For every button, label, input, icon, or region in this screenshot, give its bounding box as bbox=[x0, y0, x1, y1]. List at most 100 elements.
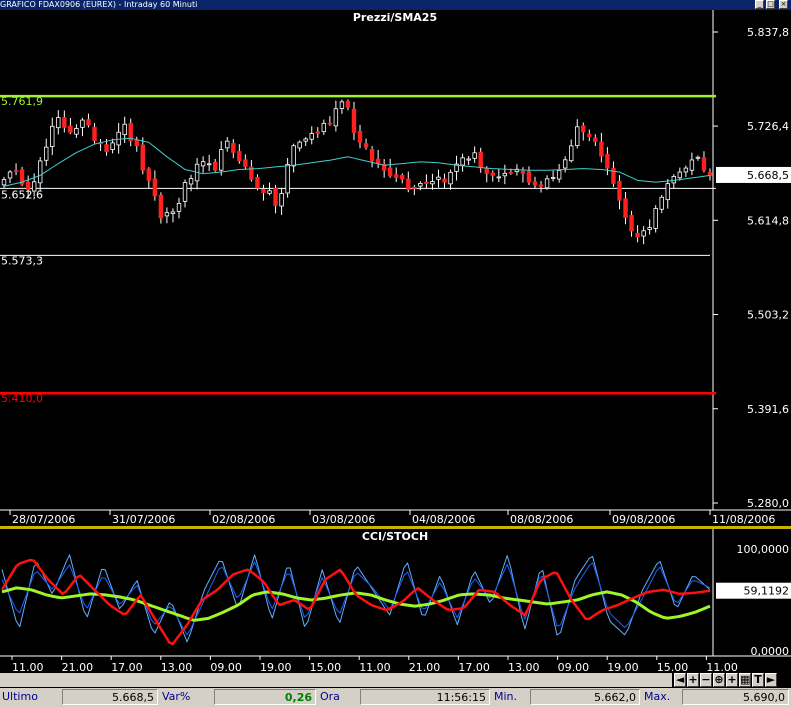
time-label: 21.00 bbox=[409, 661, 441, 673]
candle-body bbox=[56, 117, 61, 129]
candle-body bbox=[629, 214, 634, 232]
candle-body bbox=[44, 146, 49, 161]
zoom-in-button[interactable]: + bbox=[687, 673, 699, 687]
time-label: 19.00 bbox=[607, 661, 639, 673]
candle-body bbox=[394, 174, 399, 178]
chart-area[interactable]: Prezzi/SMA25 5.837,8 5.726,4 5.614,8 5.503,2… bbox=[0, 0, 791, 673]
candle-body bbox=[611, 167, 616, 184]
candle-body bbox=[677, 171, 683, 179]
candle-body bbox=[255, 177, 260, 189]
candle-body bbox=[122, 123, 127, 136]
candle-body bbox=[38, 160, 43, 184]
price-y-tick-label: 5.614,8 bbox=[747, 214, 789, 227]
level-label: 5.573,3 bbox=[1, 254, 43, 267]
candle-body bbox=[104, 144, 109, 152]
candle-body bbox=[538, 184, 544, 187]
candle-body bbox=[412, 186, 417, 189]
candle-body bbox=[25, 181, 31, 191]
date-label: 04/08/2006 bbox=[412, 513, 475, 526]
candle-body bbox=[333, 108, 339, 127]
price-panel[interactable]: Prezzi/SMA25 5.837,8 5.726,4 5.614,8 5.503,2… bbox=[0, 10, 791, 529]
ora-value: 11:56:15 bbox=[360, 689, 490, 705]
candle-body bbox=[460, 157, 465, 166]
candle-body bbox=[231, 143, 236, 153]
candle-body bbox=[321, 122, 327, 133]
candle-body bbox=[363, 143, 369, 148]
price-y-tick-label: 5.837,8 bbox=[747, 26, 789, 39]
zoom-fit-button[interactable]: ⊕ bbox=[713, 673, 725, 687]
candle-body bbox=[285, 164, 290, 194]
date-label: 03/08/2006 bbox=[312, 513, 375, 526]
candle-body bbox=[623, 198, 628, 219]
candle-body bbox=[641, 230, 646, 237]
candle-body bbox=[562, 159, 568, 169]
settings-button[interactable]: ▦ bbox=[739, 673, 751, 687]
time-label: 11.00 bbox=[359, 661, 391, 673]
candle-body bbox=[31, 181, 37, 192]
candle-body bbox=[436, 176, 441, 180]
candle-body bbox=[237, 151, 242, 162]
candle-body bbox=[550, 177, 556, 179]
candle-body bbox=[110, 142, 115, 150]
max-value: 5.690,0 bbox=[682, 689, 789, 705]
price-y-tick-label: 5.280,0 bbox=[747, 497, 789, 510]
candle-body bbox=[581, 125, 586, 133]
candle-body bbox=[92, 126, 97, 142]
text-tool-button[interactable]: T bbox=[752, 673, 764, 687]
candle-body bbox=[418, 183, 423, 187]
candle-body bbox=[593, 137, 598, 142]
date-label: 31/07/2006 bbox=[112, 513, 175, 526]
candle-body bbox=[400, 174, 405, 180]
candle-body bbox=[575, 126, 580, 146]
indicator-panel[interactable]: CCI/STOCH100,00000,000059,119211.00 21.00… bbox=[0, 529, 791, 673]
candle-body bbox=[206, 163, 212, 166]
level-label: 5.652,6 bbox=[1, 188, 43, 201]
scroll-left-button[interactable]: ◄ bbox=[674, 673, 686, 687]
candle-body bbox=[7, 171, 13, 179]
candle-body bbox=[152, 178, 158, 197]
crosshair-button[interactable]: + bbox=[726, 673, 738, 687]
indicator-y-tick-label: 100,0000 bbox=[737, 543, 790, 556]
candle-body bbox=[430, 181, 435, 185]
candle-body bbox=[182, 182, 188, 202]
candle-body bbox=[1, 179, 7, 186]
candle-body bbox=[502, 172, 508, 177]
candle-body bbox=[520, 170, 526, 174]
indicator-plot-background bbox=[0, 529, 791, 672]
zoom-out-button[interactable]: − bbox=[700, 673, 712, 687]
var-value: 0,26 bbox=[214, 689, 316, 705]
candle-body bbox=[261, 188, 266, 193]
price-y-tick-label: 5.726,4 bbox=[747, 120, 789, 133]
candle-body bbox=[62, 117, 67, 128]
candle-body bbox=[267, 190, 272, 194]
candle-body bbox=[442, 178, 447, 183]
time-label: 15.00 bbox=[657, 661, 689, 673]
candle-body bbox=[490, 172, 495, 176]
ultimo-value: 5.668,5 bbox=[62, 689, 158, 705]
scroll-right-button[interactable]: ► bbox=[765, 673, 777, 687]
candle-body bbox=[665, 183, 670, 201]
candle-body bbox=[303, 138, 308, 142]
candle-body bbox=[243, 159, 248, 167]
time-label: 11.00 bbox=[706, 661, 738, 673]
horizontal-scrollbar[interactable] bbox=[0, 673, 672, 687]
candle-body bbox=[291, 145, 296, 167]
date-label: 28/07/2006 bbox=[12, 513, 75, 526]
candle-body bbox=[170, 211, 176, 215]
candle-body bbox=[544, 178, 550, 189]
candle-body bbox=[617, 180, 622, 201]
candle-body bbox=[599, 141, 604, 157]
time-label: 13.00 bbox=[508, 661, 540, 673]
candle-body bbox=[357, 131, 363, 143]
price-y-tick-label: 5.503,2 bbox=[747, 309, 789, 322]
indicator-value-label: 59,1192 bbox=[744, 585, 790, 598]
price-panel-title: Prezzi/SMA25 bbox=[353, 11, 437, 24]
candle-body bbox=[134, 139, 139, 147]
candle-body bbox=[605, 153, 610, 169]
candle-body bbox=[140, 144, 145, 171]
candle-body bbox=[68, 125, 73, 133]
candle-body bbox=[116, 131, 121, 146]
candle-body bbox=[689, 159, 695, 171]
candle-body bbox=[587, 133, 592, 137]
candle-body bbox=[219, 149, 224, 171]
